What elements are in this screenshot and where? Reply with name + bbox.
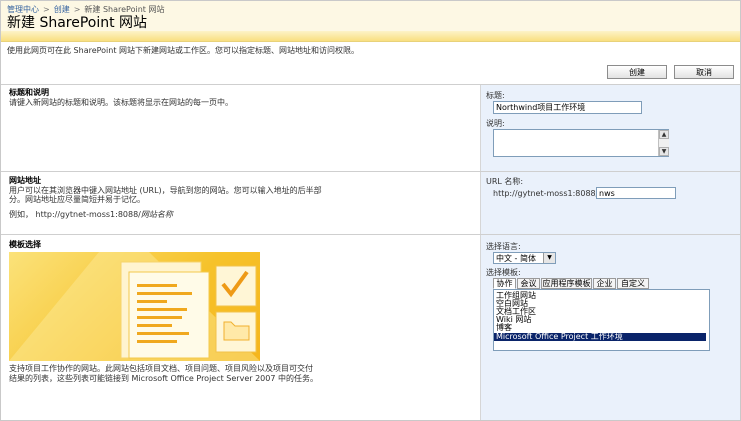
cancel-button[interactable]: 取消	[674, 65, 734, 79]
create-button[interactable]: 创建	[607, 65, 667, 79]
description-scrollbar[interactable]: ▲ ▼	[658, 130, 669, 156]
chevron-down-icon[interactable]: ▼	[543, 253, 555, 263]
title-section-heading: 标题和说明	[9, 88, 49, 97]
tab-meetings[interactable]: 会议	[517, 278, 540, 289]
scroll-down-icon[interactable]: ▼	[659, 147, 669, 156]
tab-application-templates[interactable]: 应用程序模板	[541, 278, 592, 289]
url-example-suffix: 网站名称	[140, 210, 173, 219]
url-label: URL 名称:	[486, 177, 524, 186]
title-section-text: 请键入新网站的标题和说明。该标题将显示在网站的每一页中。	[9, 98, 233, 107]
section-divider	[1, 234, 740, 235]
template-section-heading: 模板选择	[9, 240, 41, 249]
page-title: 新建 SharePoint 网站	[7, 15, 148, 31]
list-item-project-workspace[interactable]: Microsoft Office Project 工作环境	[494, 333, 706, 341]
template-description-2: 结果的列表，这些列表可能链接到 Microsoft Office Project…	[9, 374, 318, 383]
template-listbox[interactable]: 工作组网站 空白网站 文档工作区 Wiki 网站 博客 Microsoft Of…	[493, 289, 710, 351]
section-divider	[1, 171, 740, 172]
url-example-prefix: 例如， http://gytnet-moss1:8088/	[9, 210, 141, 219]
url-input[interactable]: nws	[596, 187, 676, 199]
page-header: 管理中心 > 创建 > 新建 SharePoint 网站 新建 SharePoint 网…	[1, 1, 740, 42]
template-preview-image	[9, 252, 260, 361]
page-description: 使用此网页可在此 SharePoint 网站下新建网站或工作区。您可以指定标题、…	[7, 46, 360, 55]
description-textarea[interactable]	[493, 129, 669, 157]
template-description-1: 支持项目工作协作的网站。此网站包括项目文档、项目问题、项目风险以及项目可交付	[9, 364, 313, 373]
language-select-value: 中文 - 简体	[496, 254, 536, 263]
scroll-up-icon[interactable]: ▲	[659, 130, 669, 139]
tab-custom[interactable]: 自定义	[617, 278, 649, 289]
tab-enterprise[interactable]: 企业	[593, 278, 616, 289]
page-frame: 管理中心 > 创建 > 新建 SharePoint 网站 新建 SharePoint 网…	[0, 0, 741, 421]
template-preview-illustration	[9, 252, 260, 361]
language-select[interactable]: 中文 - 简体 ▼	[493, 252, 556, 264]
title-input[interactable]: Northwind项目工作环境	[493, 101, 642, 114]
template-label: 选择模板:	[486, 268, 521, 277]
header-gradient	[1, 31, 740, 41]
tab-collaboration[interactable]: 协作	[493, 278, 516, 289]
language-label: 选择语言:	[486, 242, 521, 251]
url-section-heading: 网站地址	[9, 176, 41, 185]
url-section-text-2: 分。网站地址应尽量简短并易于记忆。	[9, 195, 145, 204]
list-item-blog[interactable]: 博客	[496, 324, 512, 332]
section-divider	[1, 84, 740, 85]
title-label: 标题:	[486, 91, 505, 100]
url-prefix: http://gytnet-moss1:8088/	[493, 189, 599, 198]
description-label: 说明:	[486, 119, 505, 128]
url-example: 例如， http://gytnet-moss1:8088/网站名称	[9, 210, 173, 220]
